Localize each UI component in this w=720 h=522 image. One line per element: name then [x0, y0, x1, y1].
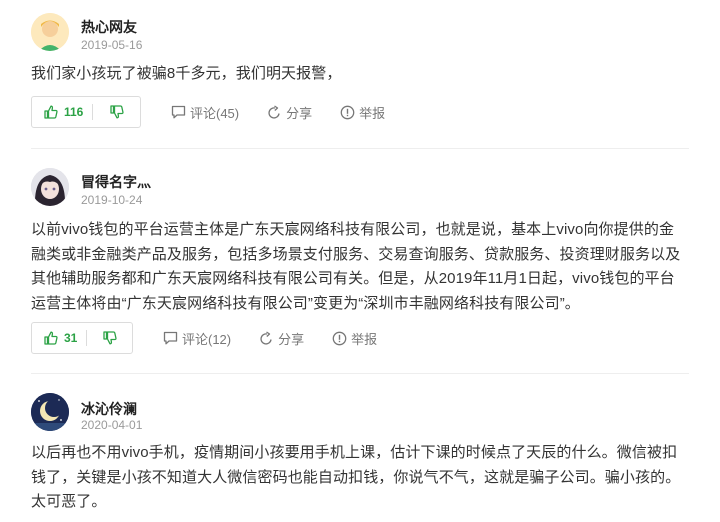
like-button[interactable]: 31 — [32, 323, 86, 353]
thumbs-down-icon — [102, 331, 117, 345]
report-button[interactable]: 举报 — [340, 103, 385, 122]
avatar[interactable] — [31, 393, 69, 431]
comment-button[interactable]: 评论(12) — [163, 329, 231, 348]
default-user-avatar-icon — [31, 13, 69, 51]
report-label: 举报 — [359, 105, 386, 121]
vote-box: 31 — [31, 322, 133, 354]
username[interactable]: 冰沁伶澜 — [81, 399, 137, 419]
like-count: 31 — [64, 331, 78, 345]
comment-label: 评论(12) — [182, 331, 232, 347]
comment-text: 以后再也不用vivo手机，疫情期间小孩要用手机上课，估计下课的时候点了天辰的什么… — [31, 444, 681, 510]
like-count: 116 — [64, 105, 84, 119]
vote-box: 116 — [31, 96, 141, 128]
report-label: 举报 — [351, 331, 378, 347]
report-icon — [332, 331, 347, 345]
username[interactable]: 热心网友 — [81, 17, 137, 37]
share-button[interactable]: 分享 — [259, 329, 304, 348]
avatar[interactable] — [31, 13, 69, 51]
share-icon — [260, 330, 272, 345]
report-button[interactable]: 举报 — [332, 329, 377, 348]
comment-icon — [163, 331, 178, 345]
divider — [31, 148, 689, 149]
moon-night-avatar-icon — [31, 393, 69, 431]
comment-date: 2020-04-01 — [81, 418, 143, 432]
share-label: 分享 — [278, 331, 305, 347]
dislike-button[interactable] — [93, 97, 140, 127]
username[interactable]: 冒得名字灬 — [81, 172, 151, 192]
thumbs-up-icon — [44, 331, 58, 345]
comment-icon — [171, 105, 186, 119]
comment-date: 2019-10-24 — [81, 193, 143, 207]
comment-actions: 31 评论(12) 分享 举报 — [31, 322, 377, 354]
comment-button[interactable]: 评论(45) — [171, 103, 239, 122]
share-button[interactable]: 分享 — [267, 103, 312, 122]
dislike-button[interactable] — [87, 323, 132, 353]
thumbs-down-icon — [109, 105, 124, 119]
thumbs-up-icon — [44, 105, 58, 119]
divider — [31, 373, 689, 374]
comment-text: 以前vivo钱包的平台运营主体是广东天宸网络科技有限公司，也就是说，基本上viv… — [31, 221, 681, 312]
comment-label: 评论(45) — [190, 105, 240, 121]
anime-girl-avatar-icon — [31, 168, 69, 206]
comment-text: 我们家小孩玩了被骗8千多元，我们明天报警， — [31, 65, 342, 82]
share-label: 分享 — [286, 105, 313, 121]
share-icon — [268, 104, 280, 119]
comment-actions: 116 评论(45) 分享 举报 — [31, 96, 385, 128]
like-button[interactable]: 116 — [32, 97, 92, 127]
comment-date: 2019-05-16 — [81, 38, 143, 52]
avatar[interactable] — [31, 168, 69, 206]
report-icon — [340, 105, 355, 119]
